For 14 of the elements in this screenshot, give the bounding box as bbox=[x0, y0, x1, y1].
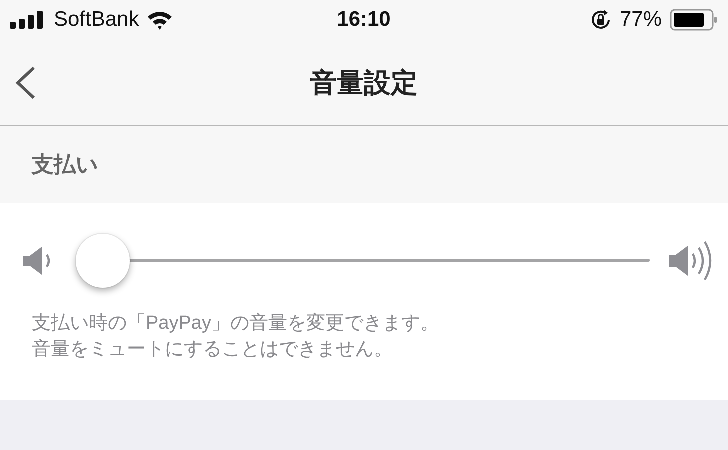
wifi-icon bbox=[147, 10, 174, 30]
carrier-name: SoftBank bbox=[54, 8, 140, 32]
battery-icon bbox=[670, 9, 718, 31]
section-header: 支払い bbox=[32, 150, 99, 178]
clock-time: 16:10 bbox=[337, 8, 391, 32]
volume-slider[interactable] bbox=[76, 233, 650, 289]
slider-thumb[interactable] bbox=[76, 234, 130, 288]
rotation-lock-icon bbox=[590, 9, 612, 31]
battery-percent: 77% bbox=[620, 8, 662, 32]
description-text: 支払い時の「PayPay」の音量を変更できます。 bbox=[32, 312, 440, 336]
description-text: 音量をミュートにすることはできません。 bbox=[32, 338, 394, 362]
signal-icon bbox=[10, 11, 46, 29]
back-icon[interactable] bbox=[14, 66, 38, 100]
screen-title: 音量設定 bbox=[310, 66, 418, 100]
